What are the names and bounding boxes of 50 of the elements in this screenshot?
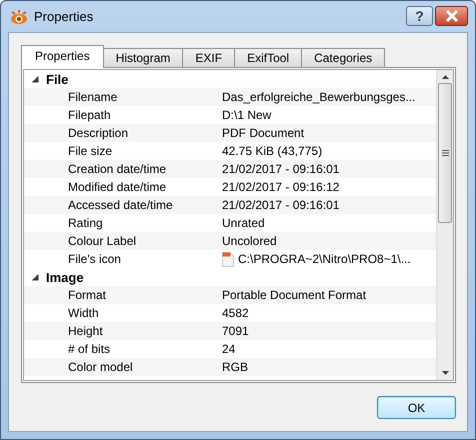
- property-name: Colour Label: [68, 234, 138, 248]
- scroll-down-icon[interactable]: [442, 371, 448, 375]
- property-value: 21/02/2017 - 09:16:12: [222, 180, 340, 194]
- expander-icon[interactable]: [32, 274, 39, 280]
- help-button[interactable]: ?: [406, 6, 433, 26]
- close-icon: [444, 10, 458, 22]
- property-name: Creation date/time: [68, 162, 168, 176]
- property-name: File's icon: [68, 252, 122, 266]
- scroll-up-icon[interactable]: [442, 75, 448, 79]
- scrollbar[interactable]: [436, 70, 453, 380]
- property-name: File size: [68, 144, 114, 158]
- property-value: Portable Document Format: [222, 288, 366, 302]
- close-button[interactable]: [435, 6, 468, 26]
- tab[interactable]: Histogram: [102, 48, 184, 67]
- property-name: Width: [68, 306, 100, 320]
- property-name: Rating: [68, 216, 104, 230]
- eye-logo-icon: [10, 8, 28, 24]
- property-value: 21/02/2017 - 09:16:01: [222, 162, 340, 176]
- property-name: Filepath: [68, 108, 112, 122]
- grip-icon: [442, 150, 448, 156]
- scrollbar-thumb[interactable]: [438, 83, 452, 223]
- property-value: D:\1 New: [222, 108, 272, 122]
- group-heading: Image: [46, 270, 84, 284]
- property-value: Unrated: [222, 216, 265, 230]
- property-value: 7091: [222, 324, 249, 338]
- property-name: Modified date/time: [68, 180, 168, 194]
- property-value: 42.75 KiB (43,775): [222, 144, 322, 158]
- property-value: RGB: [222, 360, 248, 374]
- expander-icon[interactable]: [32, 76, 39, 82]
- window-title: Properties: [34, 9, 94, 24]
- property-value: 24: [222, 342, 236, 356]
- tab[interactable]: EXIF: [182, 48, 236, 67]
- property-value: 21/02/2017 - 09:16:01: [222, 198, 340, 212]
- property-name: Height: [68, 324, 104, 338]
- property-value: PDF Document: [222, 126, 304, 140]
- property-name: # of bits: [68, 342, 112, 356]
- property-name: Filename: [68, 90, 118, 104]
- tab[interactable]: Categories: [301, 48, 386, 67]
- tab[interactable]: Properties: [21, 45, 104, 68]
- property-value: Das_erfolgreiche_Bewerbungsges...: [222, 90, 416, 104]
- property-name: Format: [68, 288, 108, 302]
- property-name: Accessed date/time: [68, 198, 174, 212]
- tab[interactable]: ExifTool: [234, 48, 302, 67]
- property-name: Description: [68, 126, 130, 140]
- group-heading: File: [46, 72, 68, 86]
- property-value: C:\PROGRA~2\Nitro\PRO8~1\...: [238, 252, 411, 266]
- property-value: 4582: [222, 306, 249, 320]
- property-value: Uncolored: [222, 234, 277, 248]
- property-name: Color model: [68, 360, 134, 374]
- ok-button[interactable]: OK: [377, 396, 456, 419]
